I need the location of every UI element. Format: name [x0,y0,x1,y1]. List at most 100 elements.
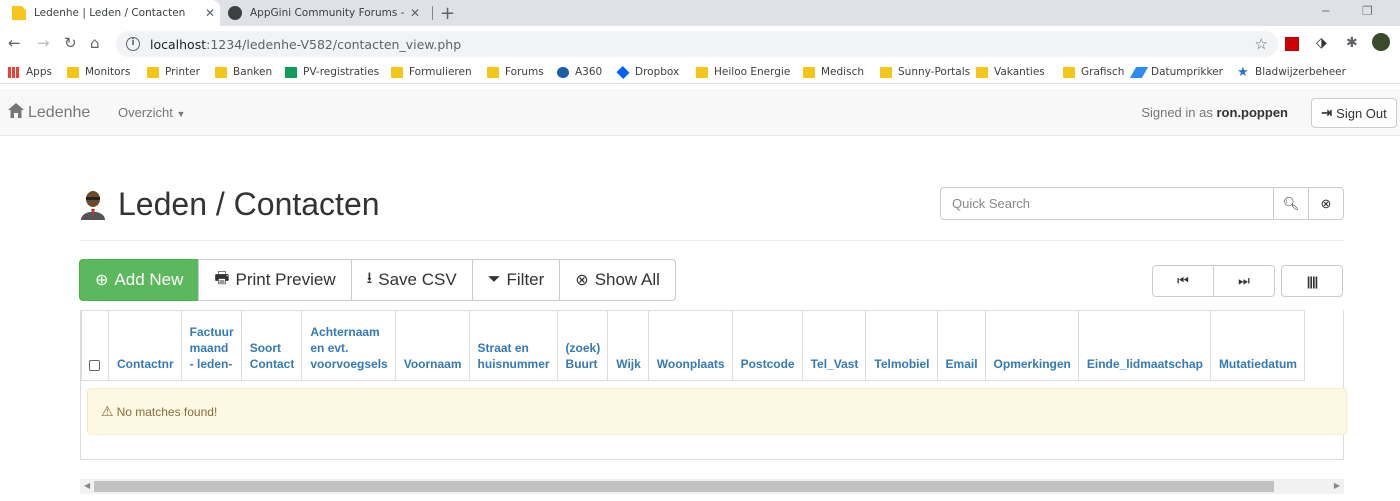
download-icon: ⭳ [366,269,373,287]
brand-link[interactable]: Ledenhe [8,103,90,123]
plus-circle-icon: ⊕ [95,272,109,289]
previous-page-button[interactable]: ⏮ [1152,265,1214,297]
filter-button[interactable]: ⏷ Filter [471,259,561,301]
overzicht-dropdown[interactable]: Overzicht ▼ [118,105,185,120]
show-all-button[interactable]: ⊗ Show All [559,259,676,301]
profile-avatar[interactable] [1372,33,1390,51]
add-new-button[interactable]: ⊕ Add New [79,259,200,301]
bookmark-label: Monitors [85,66,131,78]
save-csv-button[interactable]: ⭳ Save CSV [350,259,473,301]
column-header[interactable]: Mutatiedatum [1209,310,1305,381]
folder-icon [487,66,499,78]
column-header[interactable]: Telmobiel [865,310,938,381]
bookmark-item[interactable]: Monitors [67,66,130,78]
column-header[interactable]: Achternaam en evt. voorvoegsels [301,310,396,381]
bookmark-item[interactable]: Sunny-Portals [880,66,970,78]
bookmark-label: Vakanties [994,66,1045,78]
column-header[interactable]: Wijk [607,310,649,381]
folder-icon [976,66,988,78]
column-header-line: Straat en [477,341,529,355]
minimize-icon[interactable]: ─ [1322,4,1329,18]
clear-icon: ⊗ [1320,195,1332,211]
page-title-text: Leden / Contacten [118,186,380,222]
print-preview-button[interactable]: 🖶 Print Preview [198,259,352,301]
browser-tab-active[interactable]: Ledenhe | Leden / Contacten ✕ [0,0,220,26]
column-header[interactable]: Voornaam [394,310,470,381]
print-preview-label: Print Preview [235,270,336,289]
horizontal-scrollbar[interactable]: ◀ ▶ [80,479,1344,494]
clear-search-button[interactable]: ⊗ [1308,188,1343,219]
bookmark-apps[interactable]: Apps [8,66,52,78]
bookmark-item[interactable]: PV-registraties [285,66,379,78]
dropbox-icon [616,65,630,79]
tab-title: AppGini Community Forums - Po [250,7,405,19]
bookmark-item[interactable]: Medisch [803,66,864,78]
back-icon[interactable]: ← [8,34,21,52]
caret-down-icon: ▼ [176,109,186,119]
bookmarks-bar: Apps Monitors Printer Banken PV-registra… [0,62,1400,84]
address-bar[interactable]: i localhost:1234/ledenhe-V582/contacten_… [116,31,1278,57]
bookmark-item[interactable]: Dropbox [616,65,679,79]
search-button[interactable]: 🔍︎ [1273,188,1308,219]
folder-icon [803,66,815,78]
clear-icon: ⊗ [575,272,589,289]
a360-icon [557,66,569,78]
next-page-button[interactable]: ⏭ [1213,265,1275,297]
save-csv-label: Save CSV [378,270,457,289]
restore-icon[interactable]: ❐ [1362,4,1373,18]
close-tab-icon[interactable]: ✕ [405,6,425,20]
bookmark-item[interactable]: Forums [487,66,544,78]
column-header[interactable]: Einde_lidmaatschap [1077,310,1211,381]
scrollbar-thumb[interactable] [94,481,1274,492]
column-header[interactable]: Postcode [731,310,803,381]
home-icon[interactable]: ⌂ [90,34,100,52]
bookmark-item[interactable]: Heiloo Energie [696,66,790,78]
bookmark-item[interactable]: Banken [215,66,272,78]
site-info-icon[interactable]: i [126,37,140,51]
column-header[interactable]: Opmerkingen [984,310,1079,381]
column-header[interactable]: Tel_Vast [801,310,867,381]
puzzle-icon[interactable]: ✱ [1346,34,1358,51]
bookmark-item[interactable]: Datumprikker [1129,66,1223,78]
no-matches-alert: ⚠ No matches found! [87,388,1347,435]
column-header-line: Buurt [565,357,598,371]
column-header[interactable]: Contactnr [108,310,182,381]
reload-icon[interactable]: ↻ [64,34,77,52]
column-header[interactable]: Straat en huisnummer [468,310,558,381]
add-new-label: Add New [114,270,184,289]
forward-icon[interactable]: → [37,34,50,52]
select-all-checkbox[interactable] [89,360,100,371]
star-icon: ★ [1237,64,1249,80]
bookmark-star-icon[interactable]: ☆ [1255,35,1268,53]
quick-search-input[interactable] [941,188,1273,219]
column-header-line: en evt. [310,341,349,355]
scroll-right-icon[interactable]: ▶ [1334,481,1340,490]
datumprikker-icon [1129,66,1149,78]
browser-tab[interactable]: AppGini Community Forums - Po ✕ [220,0,425,26]
bookmark-label: Printer [165,66,200,78]
scroll-left-icon[interactable]: ◀ [84,481,90,490]
bookmark-item[interactable]: A360 [557,66,602,78]
url-host: localhost [150,36,207,52]
column-header-line: Mutatiedatum [1218,357,1297,371]
column-header[interactable]: Factuur maand - leden- [180,310,242,381]
sign-out-button[interactable]: ⇥ Sign Out [1311,98,1397,128]
close-tab-icon[interactable]: ✕ [200,6,220,20]
new-tab-icon[interactable]: + [440,3,455,24]
bookmark-item[interactable]: Vakanties [976,66,1045,78]
column-header[interactable]: Soort Contact [240,310,303,381]
bookmark-item[interactable]: Grafisch [1063,66,1124,78]
column-header[interactable]: (zoek) Buurt [556,310,609,381]
bookmark-item[interactable]: Printer [147,66,200,78]
tab-divider [432,6,433,20]
columns-button[interactable]: |||| [1281,265,1343,297]
folder-icon [880,66,892,78]
extension-icon[interactable]: ⬗ [1316,34,1327,51]
search-icon: 🔍︎ [1282,195,1300,211]
bookmark-item[interactable]: ★ Bladwijzerbeheer [1237,64,1346,80]
pdf-extension-icon[interactable] [1285,37,1299,51]
bookmark-label: Banken [233,66,273,78]
bookmark-item[interactable]: Formulieren [391,66,472,78]
column-header[interactable]: Woonplaats [647,310,733,381]
column-header[interactable]: Email [936,310,986,381]
